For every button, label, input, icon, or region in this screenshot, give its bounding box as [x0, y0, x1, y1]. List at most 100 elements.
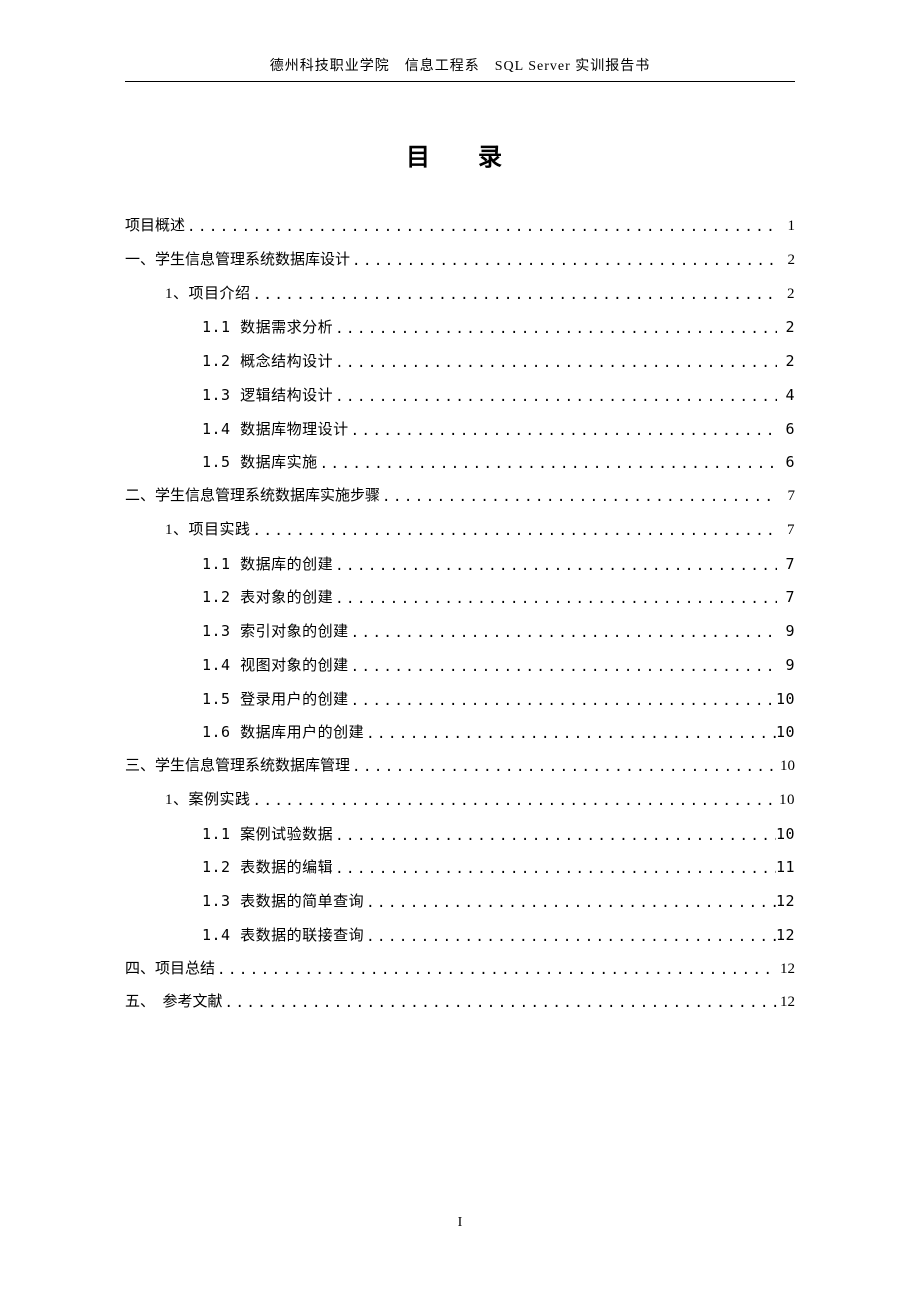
toc-row: 1、项目实践 7	[125, 514, 795, 548]
toc-entry-label: 三、学生信息管理系统数据库管理	[125, 750, 350, 784]
toc-leader-dots	[350, 752, 777, 784]
toc-entry-label: 1.5 登录用户的创建	[202, 683, 349, 717]
page-number: I	[0, 1215, 920, 1231]
toc-entry-label: 二、学生信息管理系统数据库实施步骤	[125, 480, 380, 514]
toc-entry-page: 12	[776, 919, 795, 953]
toc-entry-label: 1、项目介绍	[165, 278, 251, 312]
toc-row: 1.2 表数据的编辑 11	[125, 851, 795, 885]
toc-leader-dots	[349, 686, 776, 718]
toc-leader-dots	[185, 212, 777, 244]
toc-leader-dots	[364, 888, 776, 920]
toc-entry-page: 11	[776, 851, 795, 885]
toc-entry-label: 1.3 逻辑结构设计	[202, 379, 333, 413]
toc-entry-label: 五、 参考文献	[125, 986, 223, 1020]
toc-entry-label: 1.6 数据库用户的创建	[202, 716, 364, 750]
toc-row: 1.3 索引对象的创建 9	[125, 615, 795, 649]
toc-entry-label: 1.1 数据需求分析	[202, 311, 333, 345]
toc-entry-label: 1.4 数据库物理设计	[202, 413, 349, 447]
toc-row: 项目概述 1	[125, 210, 795, 244]
toc-leader-dots	[318, 449, 777, 481]
toc-entry-page: 7	[777, 514, 795, 548]
toc-leader-dots	[215, 955, 777, 987]
toc-leader-dots	[333, 551, 777, 583]
toc-row: 1.3 表数据的简单查询 12	[125, 885, 795, 919]
toc-entry-page: 4	[777, 379, 795, 413]
toc-entry-page: 9	[777, 649, 795, 683]
table-of-contents: 项目概述1一、学生信息管理系统数据库设计21、项目介绍21.1 数据需求分析21…	[125, 210, 795, 1020]
toc-entry-label: 1.1 案例试验数据	[202, 818, 333, 852]
toc-row: 1.1 案例试验数据 10	[125, 818, 795, 852]
toc-entry-page: 7	[777, 548, 795, 582]
toc-row: 1.4 视图对象的创建 9	[125, 649, 795, 683]
toc-entry-label: 1.2 概念结构设计	[202, 345, 333, 379]
toc-entry-page: 12	[776, 885, 795, 919]
toc-row: 1.6 数据库用户的创建 10	[125, 716, 795, 750]
toc-entry-label: 1.2 表对象的创建	[202, 581, 333, 615]
toc-leader-dots	[333, 821, 776, 853]
toc-entry-label: 1.3 表数据的简单查询	[202, 885, 364, 919]
toc-row: 1.5 数据库实施 6	[125, 446, 795, 480]
toc-entry-label: 1、项目实践	[165, 514, 251, 548]
toc-entry-page: 10	[776, 716, 795, 750]
toc-leader-dots	[333, 382, 777, 414]
toc-leader-dots	[364, 922, 776, 954]
toc-leader-dots	[364, 719, 776, 751]
toc-row: 1.4 数据库物理设计 6	[125, 413, 795, 447]
toc-leader-dots	[223, 988, 777, 1020]
toc-entry-page: 2	[777, 244, 795, 278]
toc-entry-label: 项目概述	[125, 210, 185, 244]
toc-entry-page: 2	[777, 345, 795, 379]
toc-row: 1、案例实践 10	[125, 784, 795, 818]
toc-entry-label: 1.3 索引对象的创建	[202, 615, 349, 649]
toc-leader-dots	[380, 482, 777, 514]
toc-row: 1、项目介绍 2	[125, 278, 795, 312]
toc-entry-page: 10	[777, 750, 795, 784]
toc-entry-page: 7	[777, 581, 795, 615]
toc-entry-page: 6	[777, 413, 795, 447]
toc-entry-label: 1.4 视图对象的创建	[202, 649, 349, 683]
toc-leader-dots	[333, 314, 777, 346]
toc-entry-label: 1.4 表数据的联接查询	[202, 919, 364, 953]
toc-row: 三、学生信息管理系统数据库管理 10	[125, 750, 795, 784]
toc-row: 五、 参考文献 12	[125, 986, 795, 1020]
toc-entry-page: 10	[776, 818, 795, 852]
toc-row: 一、学生信息管理系统数据库设计 2	[125, 244, 795, 278]
toc-entry-page: 12	[777, 986, 795, 1020]
toc-entry-label: 1.1 数据库的创建	[202, 548, 333, 582]
toc-row: 1.5 登录用户的创建 10	[125, 683, 795, 717]
toc-entry-page: 6	[777, 446, 795, 480]
toc-leader-dots	[333, 854, 776, 886]
toc-entry-page: 1	[777, 210, 795, 244]
toc-leader-dots	[333, 584, 777, 616]
toc-leader-dots	[251, 280, 777, 312]
toc-entry-label: 1.5 数据库实施	[202, 446, 318, 480]
toc-leader-dots	[349, 652, 777, 684]
toc-entry-page: 10	[776, 683, 795, 717]
toc-row: 1.1 数据需求分析 2	[125, 311, 795, 345]
toc-entry-label: 四、项目总结	[125, 953, 215, 987]
toc-row: 1.4 表数据的联接查询 12	[125, 919, 795, 953]
toc-entry-page: 9	[777, 615, 795, 649]
toc-leader-dots	[350, 246, 777, 278]
toc-entry-label: 一、学生信息管理系统数据库设计	[125, 244, 350, 278]
toc-entry-label: 1.2 表数据的编辑	[202, 851, 333, 885]
toc-entry-page: 7	[777, 480, 795, 514]
toc-row: 二、学生信息管理系统数据库实施步骤 7	[125, 480, 795, 514]
toc-row: 1.3 逻辑结构设计 4	[125, 379, 795, 413]
toc-entry-label: 1、案例实践	[165, 784, 251, 818]
toc-title: 目 录	[125, 137, 795, 172]
toc-row: 四、项目总结 12	[125, 953, 795, 987]
toc-entry-page: 10	[777, 784, 795, 818]
toc-row: 1.2 概念结构设计 2	[125, 345, 795, 379]
toc-leader-dots	[349, 416, 777, 448]
toc-entry-page: 2	[777, 311, 795, 345]
toc-leader-dots	[349, 618, 777, 650]
toc-entry-page: 12	[777, 953, 795, 987]
toc-leader-dots	[333, 348, 777, 380]
toc-entry-page: 2	[777, 278, 795, 312]
toc-leader-dots	[251, 786, 777, 818]
toc-row: 1.1 数据库的创建 7	[125, 548, 795, 582]
page-header: 德州科技职业学院 信息工程系 SQL Server 实训报告书	[125, 55, 795, 82]
toc-row: 1.2 表对象的创建 7	[125, 581, 795, 615]
toc-leader-dots	[251, 516, 777, 548]
